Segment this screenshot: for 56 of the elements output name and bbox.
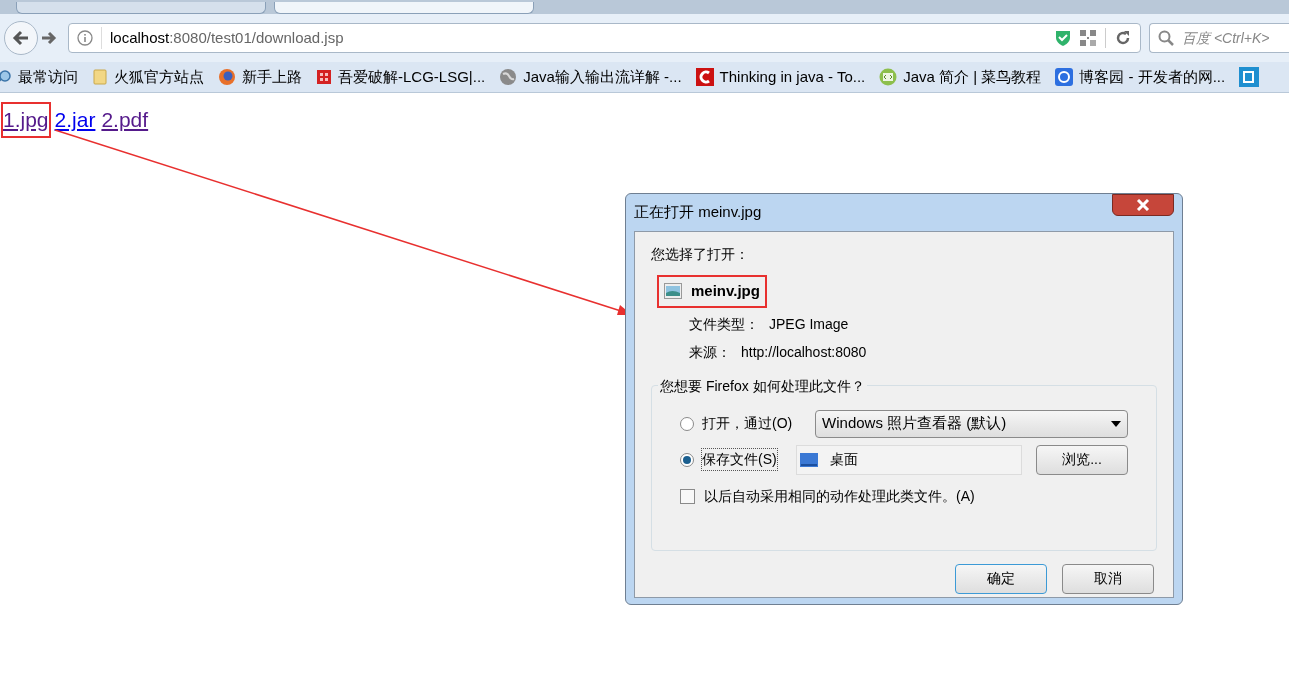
folder-icon xyxy=(92,69,108,85)
bookmark-item[interactable]: 最常访问 xyxy=(0,65,78,89)
bookmark-icon[interactable] xyxy=(1239,67,1260,87)
dialog-button[interactable]: 取消 xyxy=(1062,563,1154,594)
radio-button[interactable] xyxy=(680,452,694,467)
search-icon xyxy=(1158,30,1174,46)
seal-icon xyxy=(316,69,332,85)
detail-value: http://localhost:8080 xyxy=(741,342,867,362)
file-name: meinv.jpg xyxy=(691,281,760,301)
reload-icon[interactable] xyxy=(1114,29,1132,47)
detail-label: 文件类型： xyxy=(689,314,759,334)
browse-button[interactable]: 浏览... xyxy=(1036,444,1128,475)
bookmark-item[interactable]: Java输入输出流详解 -... xyxy=(499,65,682,89)
application-dropdown[interactable]: Windows 照片查看器 (默认) xyxy=(815,409,1128,438)
caret-icon xyxy=(1111,420,1121,427)
search-icon xyxy=(0,69,12,85)
bookmark-item[interactable]: 博客园 - 开发者的网... xyxy=(1055,65,1226,89)
search-field[interactable]: 百度 <Ctrl+K> xyxy=(1149,23,1289,53)
browser-tab[interactable] xyxy=(274,2,534,14)
qr-code-icon[interactable] xyxy=(1079,29,1097,47)
code-icon xyxy=(879,68,898,86)
intro-text: 您选择了打开： xyxy=(651,245,750,264)
file-link[interactable]: 2.jar xyxy=(54,104,96,136)
close-icon xyxy=(1135,199,1151,211)
desktop-icon xyxy=(800,452,818,467)
file-link[interactable]: 2.pdf xyxy=(101,104,149,136)
globe-icon xyxy=(218,68,236,86)
url-text: localhost:8080/test01/download.jsp xyxy=(101,26,344,50)
back-button[interactable] xyxy=(4,21,38,55)
address-bar[interactable]: localhost:8080/test01/download.jsp xyxy=(68,23,1141,53)
browser-tab[interactable] xyxy=(16,2,266,14)
bookmark-item[interactable]: Thinking in java - To... xyxy=(695,65,866,89)
close-button[interactable] xyxy=(1112,194,1174,216)
forward-arrow-icon xyxy=(41,30,57,46)
file-link[interactable]: 1.jpg xyxy=(3,104,49,136)
radio-button[interactable] xyxy=(680,416,694,431)
dialog-button[interactable]: 确定 xyxy=(955,563,1047,594)
bookmark-item[interactable]: Java 简介 | 菜鸟教程 xyxy=(879,65,1042,89)
option-label[interactable]: 打开，通过(O) xyxy=(702,413,793,434)
dialog-title: 正在打开 meinv.jpg xyxy=(634,202,762,223)
blog-icon xyxy=(1055,68,1074,86)
detail-label: 来源： xyxy=(689,342,731,362)
save-location: 桌面 xyxy=(830,450,858,469)
detail-value: JPEG Image xyxy=(769,314,849,334)
bookmark-item[interactable]: 火狐官方站点 xyxy=(92,65,204,89)
image-file-icon xyxy=(664,283,682,300)
shield-icon[interactable] xyxy=(1055,29,1071,47)
info-icon xyxy=(77,30,93,46)
back-arrow-icon xyxy=(12,29,30,47)
bookmark-item[interactable]: 吾爱破解-LCG-LSG|... xyxy=(316,65,486,89)
c-logo-icon xyxy=(695,68,714,86)
option-label[interactable]: 保存文件(S) xyxy=(702,449,777,470)
globe-icon xyxy=(499,68,518,86)
checkbox-label[interactable]: 以后自动采用相同的动作处理此类文件。(A) xyxy=(704,485,975,507)
checkbox[interactable] xyxy=(680,488,695,504)
bookmark-item[interactable]: 新手上路 xyxy=(218,65,302,89)
